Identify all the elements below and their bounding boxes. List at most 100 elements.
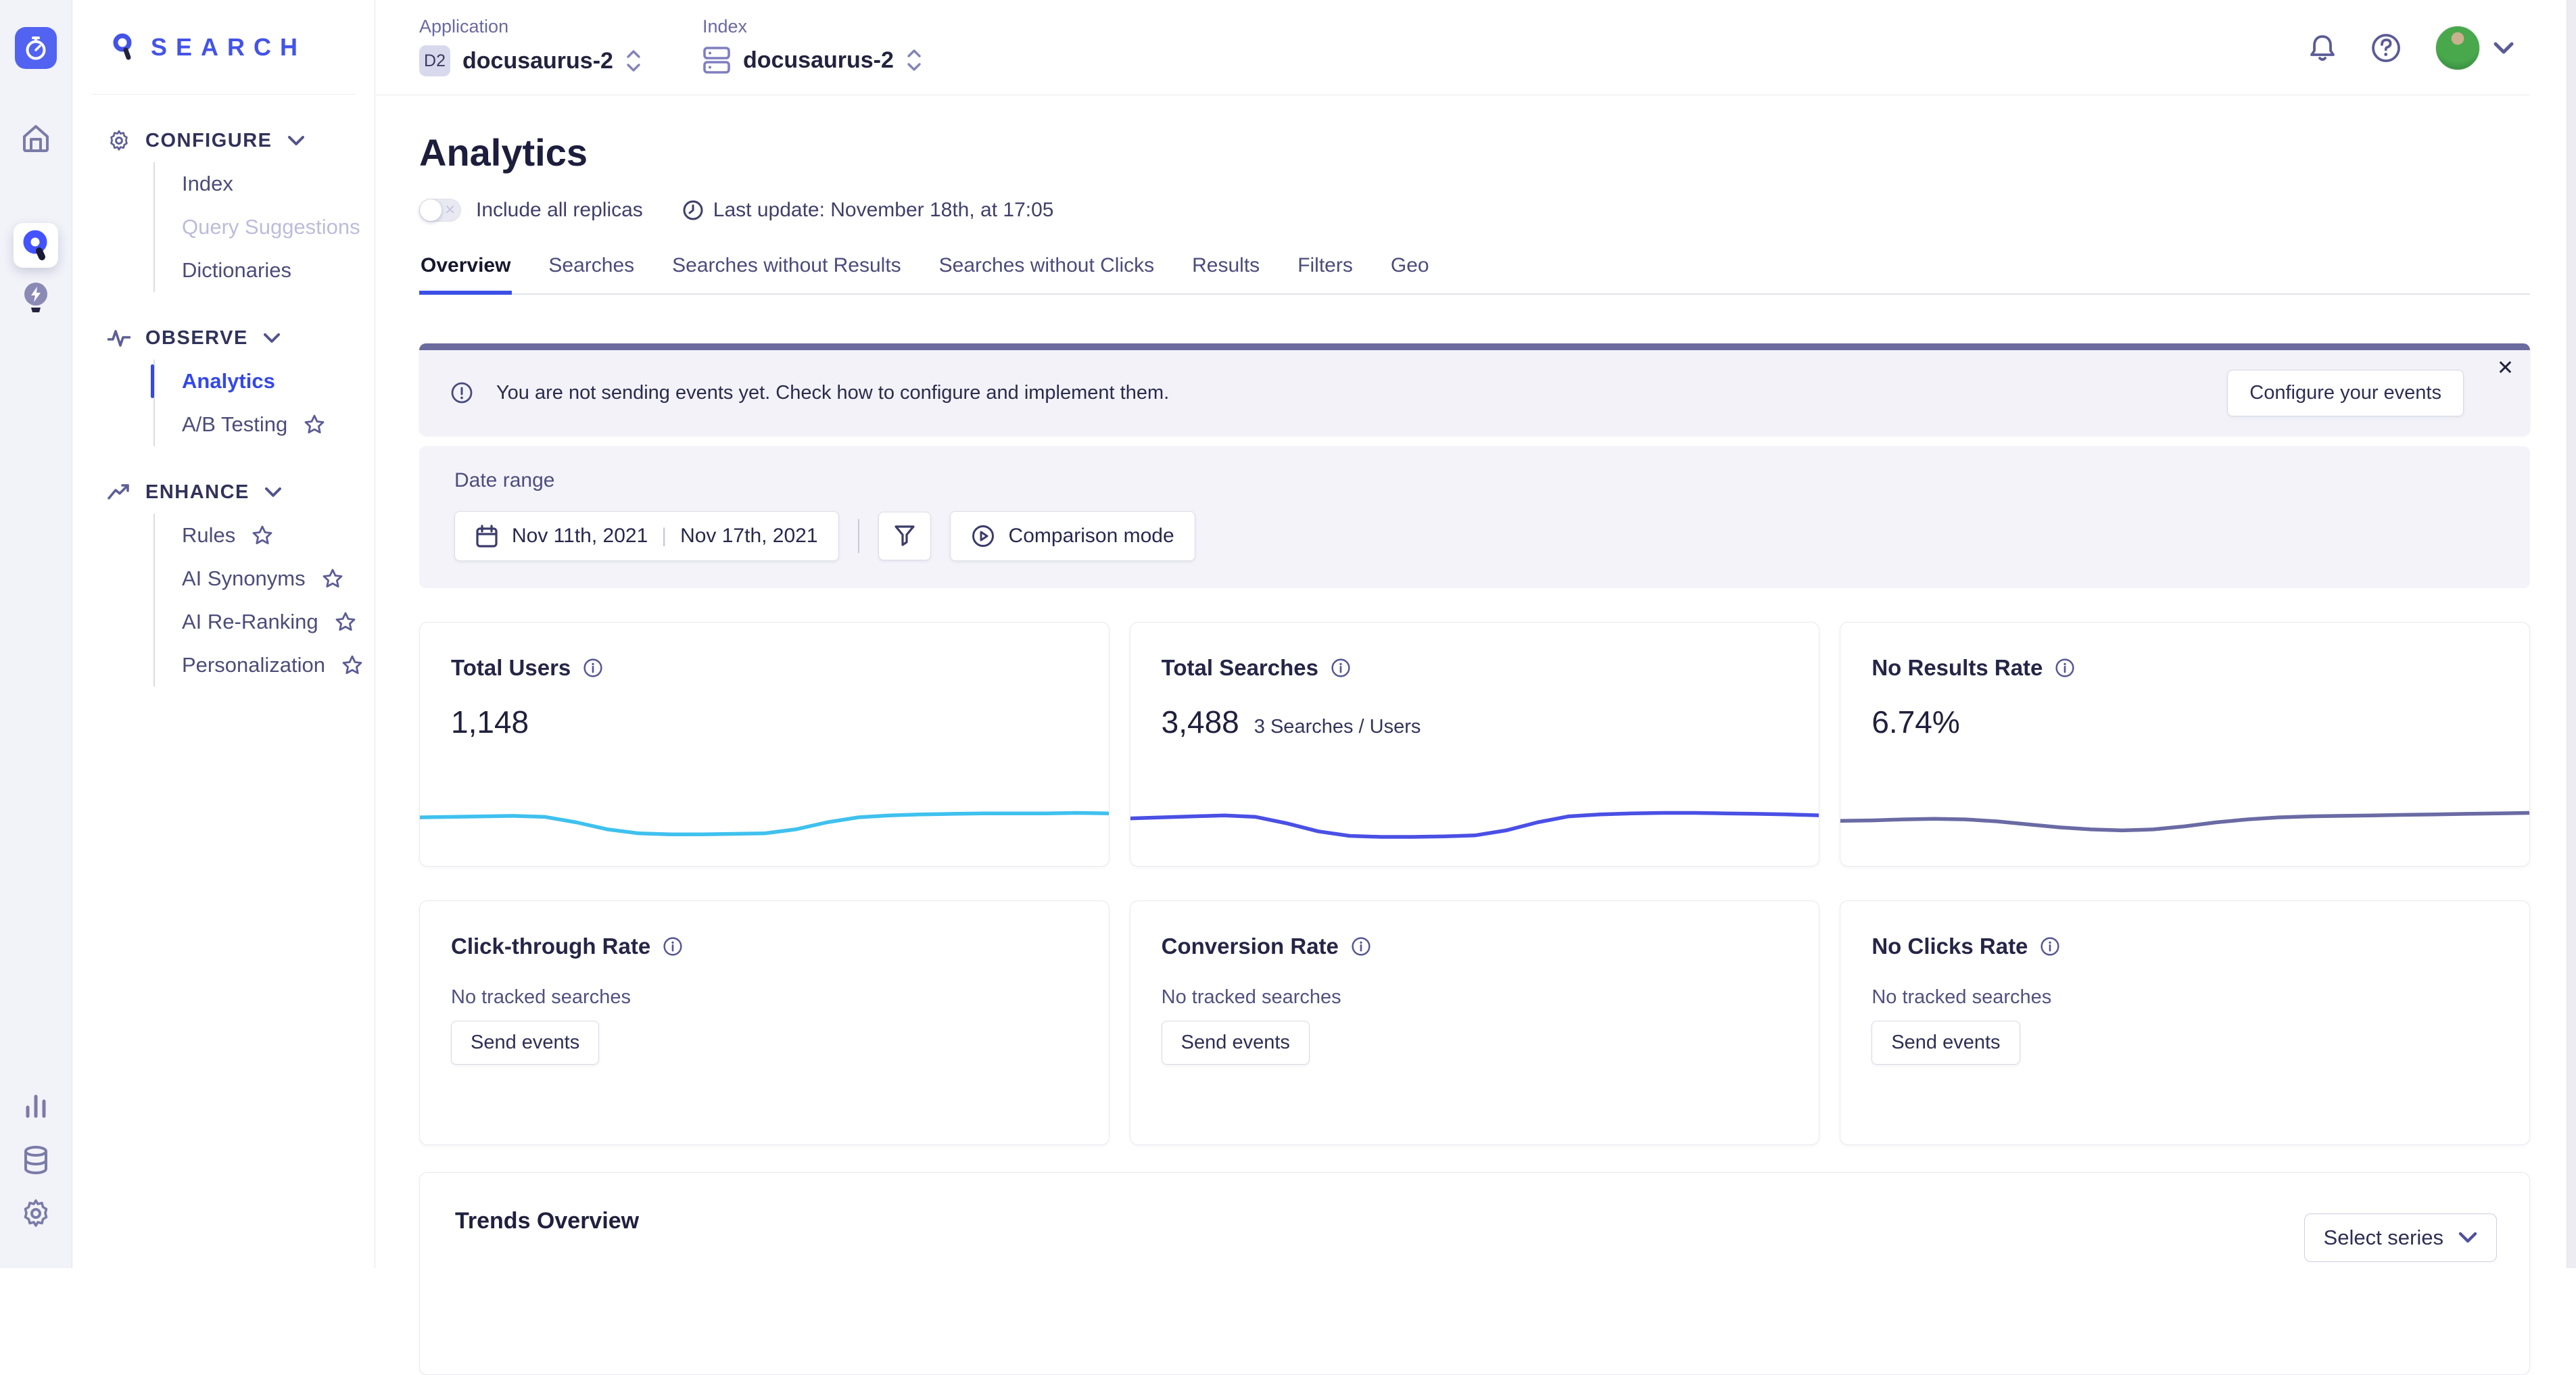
- events-banner: You are not sending events yet. Check ho…: [419, 343, 2530, 435]
- sidebar-item-index[interactable]: Index: [182, 162, 375, 206]
- divider: [858, 519, 859, 553]
- card-total-users: Total Users 1,148: [419, 622, 1110, 867]
- bell-icon[interactable]: [2308, 32, 2337, 64]
- card-no-clicks-rate: No Clicks Rate No tracked searches Send …: [1840, 900, 2530, 1145]
- card-title: Conversion Rate: [1162, 934, 1339, 959]
- sort-icon: [906, 48, 922, 72]
- info-icon[interactable]: [1331, 658, 1351, 678]
- section-header-enhance[interactable]: ENHANCE: [108, 471, 375, 514]
- total-users-sparkline: [420, 796, 1109, 851]
- sidebar-item-rules[interactable]: Rules: [182, 514, 375, 557]
- product-logo[interactable]: SEARCH: [72, 0, 375, 94]
- sidebar-item-analytics[interactable]: Analytics: [182, 360, 375, 403]
- star-icon: [304, 414, 325, 435]
- info-icon[interactable]: [2040, 936, 2060, 957]
- search-product-icon[interactable]: [14, 223, 58, 268]
- empty-state-text: No tracked searches: [1871, 986, 2498, 1009]
- index-selector-group: Index docusaurus-2: [702, 16, 922, 75]
- index-icon: [702, 45, 731, 75]
- gear-icon[interactable]: [20, 1198, 51, 1229]
- account-chevron-down-icon[interactable]: [2494, 41, 2514, 55]
- application-label: Application: [419, 16, 642, 37]
- tab-searches[interactable]: Searches: [547, 254, 636, 295]
- sidebar: SEARCH CONFIGURE Index Query Suggestions…: [72, 0, 375, 1268]
- tab-overview[interactable]: Overview: [419, 254, 512, 295]
- sidebar-item-ai-synonyms[interactable]: AI Synonyms: [182, 557, 375, 600]
- card-suffix: 3 Searches / Users: [1254, 716, 1421, 738]
- banner-message: You are not sending events yet. Check ho…: [496, 382, 1169, 404]
- tab-geo[interactable]: Geo: [1389, 254, 1431, 295]
- calendar-icon: [475, 524, 498, 548]
- comparison-mode-button[interactable]: Comparison mode: [950, 511, 1195, 561]
- sidebar-section-configure: CONFIGURE Index Query Suggestions Dictio…: [72, 119, 375, 292]
- database-icon[interactable]: [21, 1145, 51, 1175]
- sidebar-item-label: Analytics: [182, 369, 275, 393]
- card-click-through-rate: Click-through Rate No tracked searches S…: [419, 900, 1110, 1145]
- help-icon[interactable]: [2370, 32, 2402, 64]
- tab-results[interactable]: Results: [1191, 254, 1261, 295]
- avatar[interactable]: [2435, 26, 2480, 70]
- include-replicas-toggle[interactable]: ✕: [419, 199, 461, 222]
- info-icon[interactable]: [1351, 936, 1371, 957]
- filter-button[interactable]: [878, 512, 931, 560]
- card-title: Total Searches: [1162, 655, 1318, 681]
- tab-searches-without-clicks[interactable]: Searches without Clicks: [938, 254, 1155, 295]
- recommend-icon[interactable]: [21, 281, 51, 315]
- send-events-button[interactable]: Send events: [1871, 1021, 2020, 1065]
- star-icon: [335, 611, 356, 633]
- sidebar-item-query-suggestions[interactable]: Query Suggestions: [182, 206, 375, 249]
- date-separator: |: [661, 525, 667, 548]
- section-header-observe[interactable]: OBSERVE: [108, 316, 375, 360]
- send-events-button[interactable]: Send events: [451, 1021, 599, 1065]
- application-selector[interactable]: D2 docusaurus-2: [419, 45, 642, 76]
- page-title: Analytics: [419, 130, 2530, 174]
- product-logo-text: SEARCH: [151, 33, 306, 62]
- application-selector-group: Application D2 docusaurus-2: [419, 16, 642, 76]
- sidebar-item-label: Personalization: [182, 653, 325, 677]
- sidebar-item-dictionaries[interactable]: Dictionaries: [182, 249, 375, 292]
- close-icon[interactable]: ✕: [2497, 358, 2514, 379]
- last-update: Last update: November 18th, at 17:05: [682, 199, 1054, 222]
- info-icon[interactable]: [2055, 658, 2075, 678]
- app-logo-icon[interactable]: [15, 27, 57, 69]
- configure-events-button[interactable]: Configure your events: [2227, 370, 2464, 416]
- home-icon[interactable]: [20, 123, 51, 153]
- tab-searches-without-results[interactable]: Searches without Results: [671, 254, 903, 295]
- sidebar-item-label: Query Suggestions: [182, 215, 360, 239]
- sidebar-item-ai-re-ranking[interactable]: AI Re-Ranking: [182, 600, 375, 644]
- sort-icon: [625, 49, 642, 73]
- card-title: No Clicks Rate: [1871, 934, 2028, 959]
- select-series-button[interactable]: Select series: [2304, 1213, 2497, 1262]
- include-replicas-label: Include all replicas: [476, 199, 643, 222]
- index-selector[interactable]: docusaurus-2: [702, 45, 922, 75]
- section-header-configure[interactable]: CONFIGURE: [108, 119, 375, 162]
- date-range-picker[interactable]: Nov 11th, 2021 | Nov 17th, 2021: [454, 511, 839, 561]
- sidebar-item-personalization[interactable]: Personalization: [182, 644, 375, 687]
- search-logo-icon: [110, 32, 137, 63]
- section-label: CONFIGURE: [145, 130, 272, 152]
- sidebar-item-ab-testing[interactable]: A/B Testing: [182, 403, 375, 446]
- tab-filters[interactable]: Filters: [1296, 254, 1354, 295]
- bar-chart-icon[interactable]: [22, 1091, 49, 1118]
- activity-icon: [108, 329, 130, 347]
- card-title: Click-through Rate: [451, 934, 650, 959]
- main-area: Application D2 docusaurus-2 Index docusa…: [376, 0, 2576, 1268]
- application-value: docusaurus-2: [462, 48, 613, 74]
- no-results-rate-sparkline: [1840, 796, 2529, 851]
- clock-icon: [682, 199, 704, 221]
- empty-state-text: No tracked searches: [451, 986, 1078, 1009]
- sidebar-item-label: Rules: [182, 523, 235, 548]
- metric-cards-row-2: Click-through Rate No tracked searches S…: [419, 900, 2530, 1145]
- info-icon[interactable]: [583, 658, 603, 678]
- info-icon[interactable]: [663, 936, 683, 957]
- stopwatch-icon: [22, 34, 49, 62]
- comparison-mode-label: Comparison mode: [1009, 525, 1174, 548]
- index-label: Index: [702, 16, 922, 37]
- send-events-button[interactable]: Send events: [1162, 1021, 1310, 1065]
- play-circle-icon: [971, 524, 995, 548]
- scrollbar[interactable]: [2567, 0, 2576, 1268]
- last-update-text: Last update: November 18th, at 17:05: [713, 199, 1054, 222]
- banner-accent-strip: [419, 343, 2530, 350]
- sidebar-item-label: AI Synonyms: [182, 566, 306, 591]
- sidebar-section-enhance: ENHANCE Rules AI Synonyms AI Re-Ranking …: [72, 471, 375, 687]
